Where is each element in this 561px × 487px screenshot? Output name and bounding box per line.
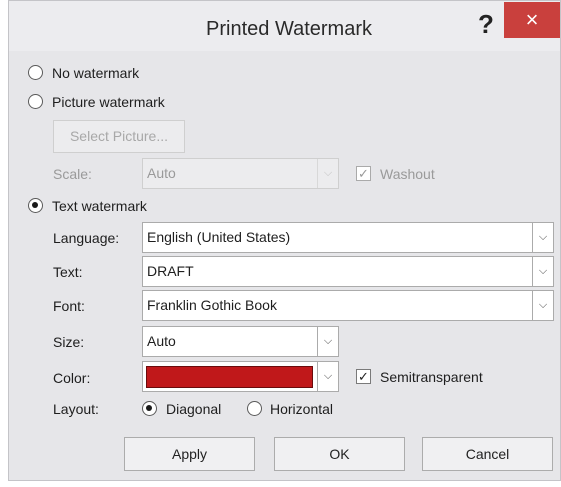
washout-checkbox[interactable]: ✓ [356,166,371,181]
text-watermark-radio[interactable] [28,198,43,213]
color-picker[interactable]: ⌵ [142,361,339,392]
no-watermark-radio[interactable] [28,65,43,80]
diagonal-radio[interactable] [142,401,157,416]
font-value: Franklin Gothic Book [147,297,277,313]
layout-label: Layout: [53,401,99,417]
horizontal-radio[interactable] [247,401,262,416]
font-combo[interactable]: Franklin Gothic Book ⌵ [142,290,554,321]
font-label: Font: [53,298,85,314]
close-button[interactable]: × [504,2,560,38]
chevron-down-icon: ⌵ [532,257,553,286]
language-label: Language: [53,230,120,246]
printed-watermark-dialog: Printed Watermark ? × No watermark Pictu… [8,0,561,481]
cancel-button[interactable]: Cancel [422,437,553,471]
check-icon: ✓ [358,166,369,181]
semitransparent-checkbox[interactable]: ✓ [356,369,371,384]
ok-button[interactable]: OK [274,437,405,471]
chevron-down-icon: ⌵ [317,362,338,391]
language-value: English (United States) [147,229,291,245]
no-watermark-label[interactable]: No watermark [52,65,139,81]
text-watermark-label[interactable]: Text watermark [52,198,147,214]
chevron-down-icon: ⌵ [532,291,553,320]
scale-value: Auto [147,165,176,181]
no-watermark-label-text: No watermark [52,65,140,81]
chevron-down-icon: ⌵ [317,327,338,356]
text-label: Text: [53,264,83,280]
text-value: DRAFT [147,263,194,279]
picture-watermark-radio[interactable] [28,94,43,109]
help-button[interactable]: ? [475,7,497,41]
apply-button[interactable]: Apply [124,437,255,471]
diagonal-label[interactable]: Diagonal [166,401,221,417]
washout-label: Washout [380,166,435,182]
semitransparent-label[interactable]: Semitransparent [380,369,483,385]
title-bar: Printed Watermark ? × [9,1,560,51]
size-combo[interactable]: Auto ⌵ [142,326,339,357]
language-combo[interactable]: English (United States) ⌵ [142,222,554,253]
select-picture-button[interactable]: Select Picture... [53,120,185,153]
color-swatch [146,366,313,388]
chevron-down-icon: ⌵ [532,223,553,252]
scale-combo[interactable]: Auto ⌵ [142,158,339,189]
picture-watermark-label[interactable]: Picture watermark [52,94,165,110]
color-label: Color: [53,370,91,386]
scale-label: Scale: [53,166,92,182]
size-label: Size: [53,334,85,350]
text-combo[interactable]: DRAFT ⌵ [142,256,554,287]
check-icon: ✓ [358,369,369,384]
chevron-down-icon: ⌵ [317,159,338,188]
horizontal-label[interactable]: Horizontal [270,401,333,417]
size-value: Auto [147,333,176,349]
